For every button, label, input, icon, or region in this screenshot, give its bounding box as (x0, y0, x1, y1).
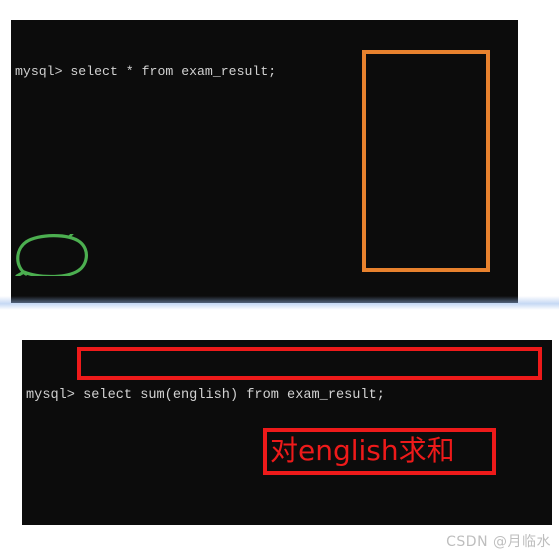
terminal-panel-select-all[interactable]: mysql> select * from exam_result; +-----… (11, 20, 518, 303)
sql-command-sum: select sum(english) from exam_result; (74, 387, 385, 403)
watermark-text: CSDN @月临水 (446, 534, 551, 550)
terminal-prompt-line-1: mysql> select * from exam_result; (15, 63, 518, 303)
prompt-label: mysql> (26, 387, 75, 403)
red-note-label: 对english求和 (270, 434, 455, 467)
prompt-label: mysql> (15, 64, 63, 80)
sql-command-select-all: select * from exam_result; (62, 64, 277, 80)
